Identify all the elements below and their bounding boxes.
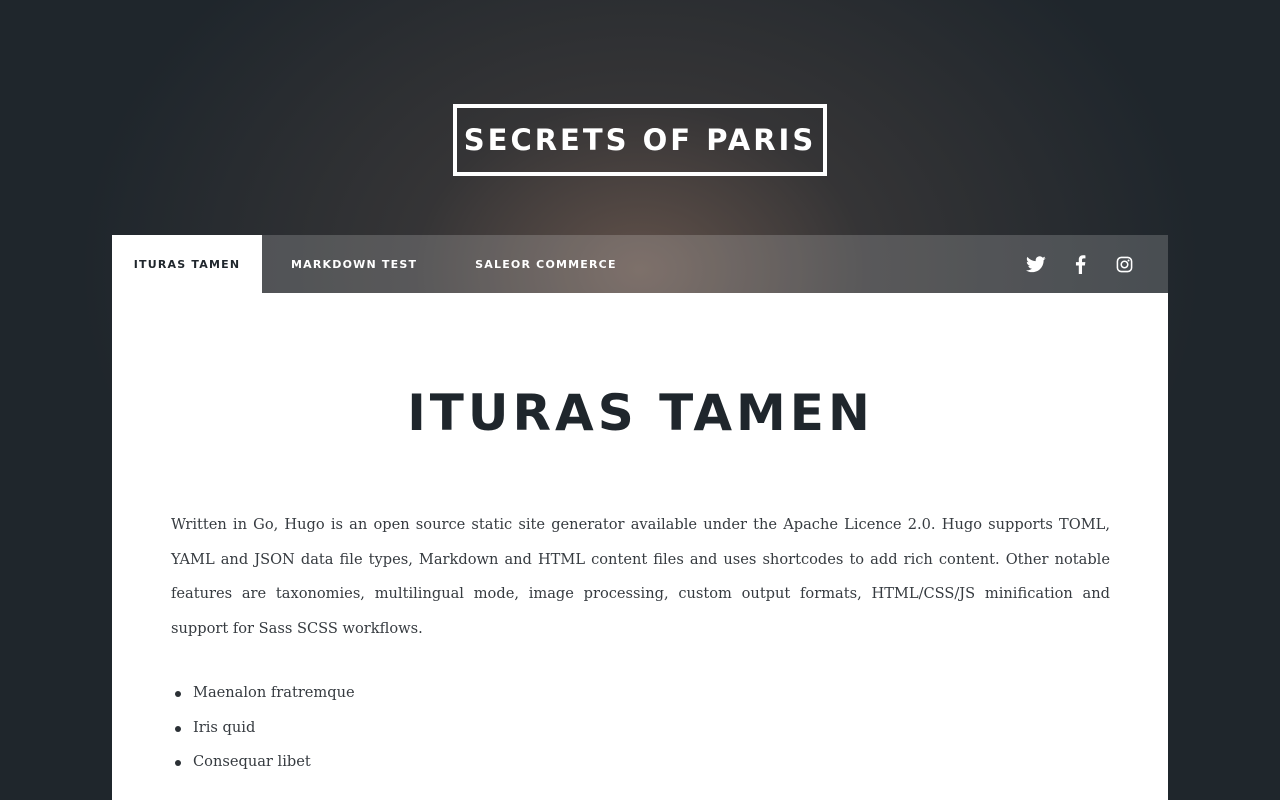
tab-ituras-tamen[interactable]: ITURAS TAMEN xyxy=(112,235,262,293)
article-list: Maenalon fratremque Iris quid Consequar … xyxy=(171,676,1110,780)
instagram-icon xyxy=(1116,256,1132,272)
article-body: Written in Go, Hugo is an open source st… xyxy=(171,516,1110,638)
facebook-link[interactable] xyxy=(1070,254,1090,274)
main-content: ITURAS TAMEN Written in Go, Hugo is an o… xyxy=(112,293,1168,800)
social-links xyxy=(1026,235,1168,293)
twitter-icon xyxy=(1026,255,1046,272)
site-header: SECRETS OF PARIS xyxy=(0,0,1280,235)
tab-markdown-test[interactable]: MARKDOWN TEST xyxy=(262,235,446,293)
tab-saleor-commerce[interactable]: SALEOR COMMERCE xyxy=(446,235,646,293)
list-item: Maenalon fratremque xyxy=(175,676,1110,711)
instagram-link[interactable] xyxy=(1114,254,1134,274)
facebook-icon xyxy=(1075,254,1085,274)
list-item: Iris quid xyxy=(175,711,1110,746)
twitter-link[interactable] xyxy=(1026,254,1046,274)
page-title: ITURAS TAMEN xyxy=(407,384,874,442)
list-item: Consequar libet xyxy=(175,745,1110,780)
main-nav: ITURAS TAMEN MARKDOWN TEST SALEOR COMMER… xyxy=(112,235,1168,293)
site-title-logo[interactable]: SECRETS OF PARIS xyxy=(453,104,827,176)
